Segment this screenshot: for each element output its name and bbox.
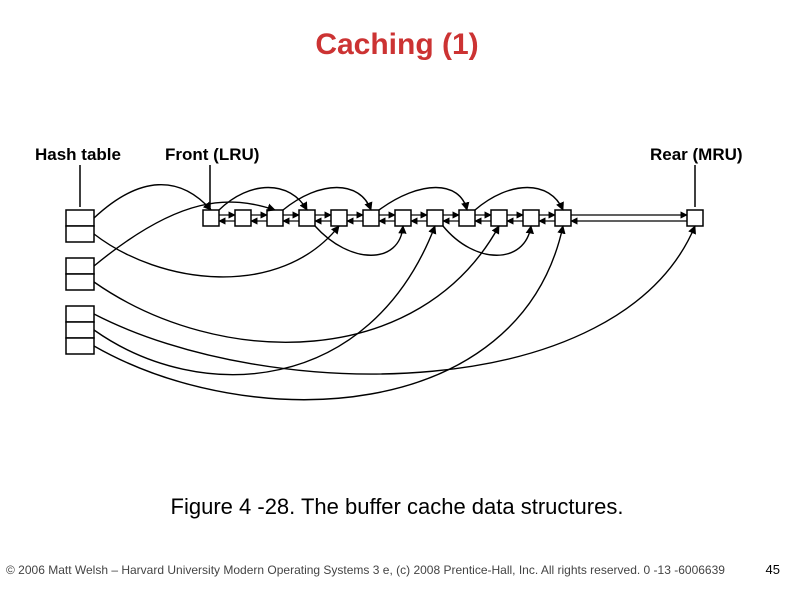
slide: Caching (1) Hash table Front (LRU) Rear … bbox=[0, 0, 794, 595]
cache-blocks-icon bbox=[203, 210, 703, 226]
lru-links-icon bbox=[219, 215, 687, 221]
figure-caption: Figure 4 -28. The buffer cache data stru… bbox=[0, 494, 794, 520]
label-rear-mru: Rear (MRU) bbox=[650, 145, 743, 165]
slide-title: Caching (1) bbox=[0, 28, 794, 62]
page-number: 45 bbox=[766, 562, 780, 577]
hash-table-icon bbox=[66, 210, 94, 354]
label-front-lru: Front (LRU) bbox=[165, 145, 259, 165]
diagram-svg bbox=[20, 145, 774, 425]
footer-copyright: © 2006 Matt Welsh – Harvard University M… bbox=[6, 563, 725, 577]
label-hash-table: Hash table bbox=[35, 145, 121, 165]
diagram: Hash table Front (LRU) Rear (MRU) bbox=[20, 145, 774, 425]
